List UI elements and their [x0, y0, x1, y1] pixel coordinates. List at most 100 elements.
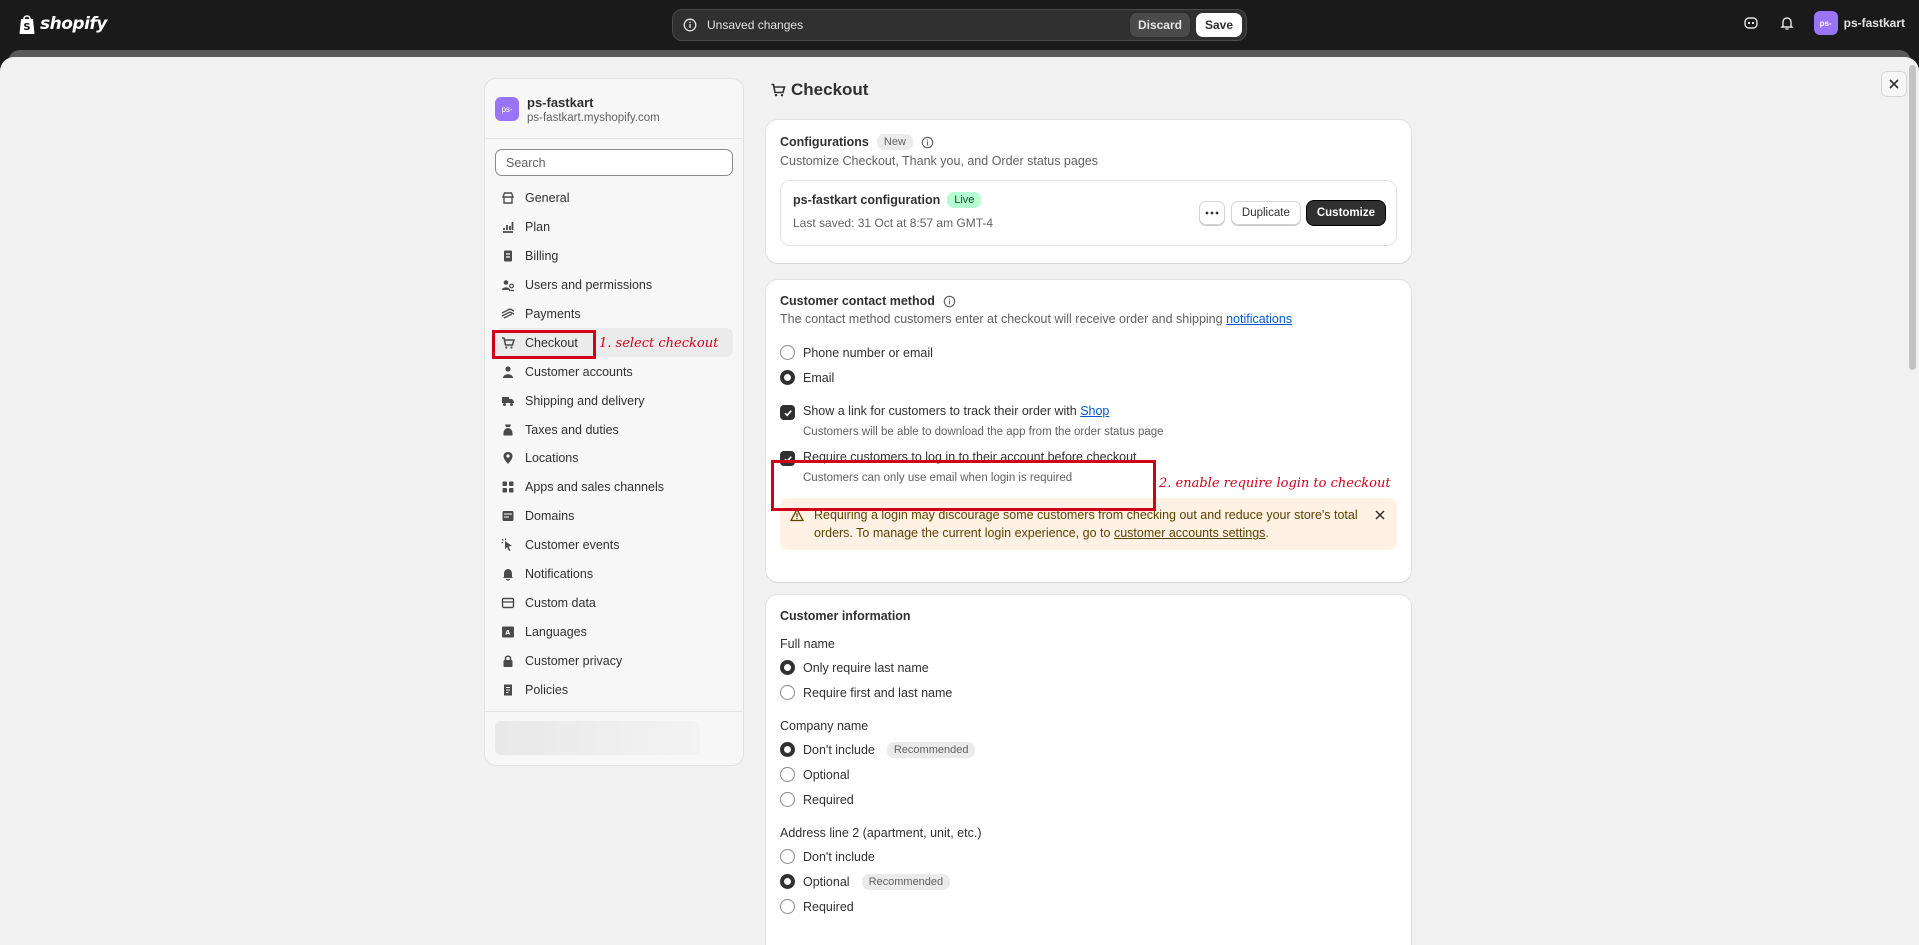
sidebar-item-plan[interactable]: Plan	[495, 213, 733, 242]
unsaved-message: Unsaved changes	[707, 18, 804, 32]
info-icon[interactable]	[943, 295, 956, 308]
customer-accounts-settings-link[interactable]: customer accounts settings	[1114, 526, 1265, 540]
store-icon	[501, 192, 515, 205]
sidebar-item-label: Customer events	[525, 538, 620, 553]
bell-icon[interactable]	[1778, 14, 1796, 32]
sidebar-item-users-and-permissions[interactable]: Users and permissions	[495, 271, 733, 300]
more-actions-button[interactable]	[1198, 201, 1225, 225]
radio-option[interactable]: Optional Recommended	[780, 869, 1397, 894]
radio-button[interactable]	[780, 849, 795, 864]
billing-icon	[504, 250, 512, 262]
sidebar-item-custom-data[interactable]: Custom data	[495, 588, 733, 617]
annotation-step2: 2. enable require login to checkout	[1159, 476, 1391, 491]
field-group-label: Address line 2 (apartment, unit, etc.)	[780, 826, 982, 840]
radio-option[interactable]: Phone number or email	[780, 340, 1397, 365]
sidebar-item-locations[interactable]: Locations	[495, 444, 733, 473]
sidebar-item-label: Billing	[525, 249, 559, 264]
scrollbar[interactable]	[1905, 57, 1919, 945]
radio-button[interactable]	[780, 767, 795, 782]
tax-bag-icon	[503, 424, 513, 436]
sidebar-item-label: Taxes and duties	[525, 422, 619, 437]
settings-sheet: ps- ps-fastkart ps-fastkart.myshopify.co…	[0, 57, 1919, 945]
shop-link-label: Show a link for customers to track their…	[803, 404, 1109, 418]
radio-option[interactable]: Required	[780, 894, 1397, 919]
dismiss-banner-icon[interactable]	[1373, 508, 1387, 522]
policy-icon	[504, 684, 512, 696]
sidebar-item-taxes-and-duties[interactable]: Taxes and duties	[495, 415, 733, 444]
top-bar: S shopify Unsaved changes Discard Save p…	[0, 0, 1919, 50]
customize-button[interactable]: Customize	[1306, 201, 1385, 225]
field-group-address-line2: Address line 2 (apartment, unit, etc.) Do…	[780, 826, 1397, 919]
radio-option[interactable]: Required	[780, 787, 1397, 812]
sidebar-item-label: Notifications	[525, 567, 594, 582]
settings-search-input[interactable]: Search	[495, 149, 733, 176]
shopify-logo[interactable]: S shopify	[18, 13, 107, 35]
sidebar-item-apps-and-sales-channels[interactable]: Apps and sales channels	[495, 473, 733, 502]
svg-text:A: A	[505, 628, 510, 636]
radio-button[interactable]	[780, 792, 795, 807]
radio-option[interactable]: Only require last name	[780, 655, 1397, 680]
notifications-link[interactable]: notifications	[1226, 312, 1292, 326]
radio-button[interactable]	[780, 742, 795, 757]
sidebar-item-shipping-and-delivery[interactable]: Shipping and delivery	[495, 386, 733, 415]
location-pin-icon	[503, 452, 513, 465]
info-icon[interactable]	[921, 136, 934, 149]
radio-button[interactable]	[780, 874, 795, 889]
radio-button[interactable]	[780, 685, 795, 700]
radio-button[interactable]	[780, 345, 795, 360]
sidebar-item-general[interactable]: General	[495, 184, 733, 213]
shop-link-checkbox-row[interactable]: Show a link for customers to track their…	[780, 404, 1397, 420]
radio-label: Require first and last name	[803, 685, 953, 700]
banner-text: Requiring a login may discourage some cu…	[814, 506, 1374, 542]
plan-chart-icon	[503, 222, 514, 234]
truck-icon	[502, 396, 514, 406]
radio-option[interactable]: Don't include	[780, 844, 1397, 869]
store-menu[interactable]: ps- ps-fastkart	[1813, 11, 1905, 35]
sidebar-item-payments[interactable]: Payments	[495, 300, 733, 329]
configurations-title: Configurations	[780, 135, 869, 149]
radio-label: Required	[803, 792, 854, 807]
shop-link-checkbox[interactable]	[780, 405, 795, 420]
discard-button[interactable]: Discard	[1129, 13, 1190, 37]
shop-link-help: Customers will be able to download the a…	[803, 426, 1164, 438]
apps-icon	[502, 481, 514, 493]
users-icon	[502, 280, 514, 292]
svg-text:S: S	[23, 22, 30, 33]
configuration-item: ps-fastkart configuration Live Last save…	[780, 180, 1397, 246]
unsaved-changes-bar: Unsaved changes Discard Save	[672, 9, 1247, 41]
store-avatar: ps-	[495, 97, 519, 121]
sidebar-item-billing[interactable]: Billing	[495, 242, 733, 271]
duplicate-button[interactable]: Duplicate	[1230, 201, 1301, 225]
radio-option[interactable]: Email	[780, 365, 1397, 390]
banner-suffix: .	[1265, 526, 1269, 540]
sidebar-item-customer-events[interactable]: Customer events	[495, 531, 733, 560]
store-header[interactable]: ps- ps-fastkart ps-fastkart.myshopify.co…	[485, 79, 743, 139]
store-avatar: ps-	[1813, 11, 1838, 35]
radio-button[interactable]	[780, 899, 795, 914]
sidebar-item-label: Domains	[525, 509, 575, 524]
shop-link[interactable]: Shop	[1080, 404, 1109, 418]
radio-option[interactable]: Optional	[780, 762, 1397, 787]
new-badge: New	[876, 134, 913, 150]
payments-icon	[501, 308, 515, 319]
radio-label: Only require last name	[803, 660, 929, 675]
radio-button[interactable]	[780, 660, 795, 675]
sidebar-item-domains[interactable]: Domains	[495, 502, 733, 531]
radio-button[interactable]	[780, 370, 795, 385]
configurations-subtitle: Customize Checkout, Thank you, and Order…	[780, 154, 1098, 168]
sidebar-item-label: Customer privacy	[525, 653, 623, 668]
sidebar-item-languages[interactable]: A Languages	[495, 617, 733, 646]
sidebar-item-customer-accounts[interactable]: Customer accounts	[495, 357, 733, 386]
radio-option[interactable]: Require first and last name	[780, 680, 1397, 705]
sidebar-item-notifications[interactable]: Notifications	[495, 560, 733, 589]
scrollbar-thumb[interactable]	[1909, 65, 1916, 370]
save-button[interactable]: Save	[1195, 13, 1242, 37]
sidebar-item-customer-privacy[interactable]: Customer privacy	[495, 646, 733, 675]
more-horizontal-icon	[1205, 211, 1219, 215]
sidebar-item-policies[interactable]: Policies	[495, 675, 733, 704]
sidekick-icon[interactable]	[1742, 14, 1760, 32]
recommended-badge: Recommended	[861, 873, 951, 890]
close-settings-button[interactable]	[1881, 71, 1907, 97]
cart-icon	[771, 83, 786, 97]
radio-option[interactable]: Don't include Recommended	[780, 737, 1397, 762]
